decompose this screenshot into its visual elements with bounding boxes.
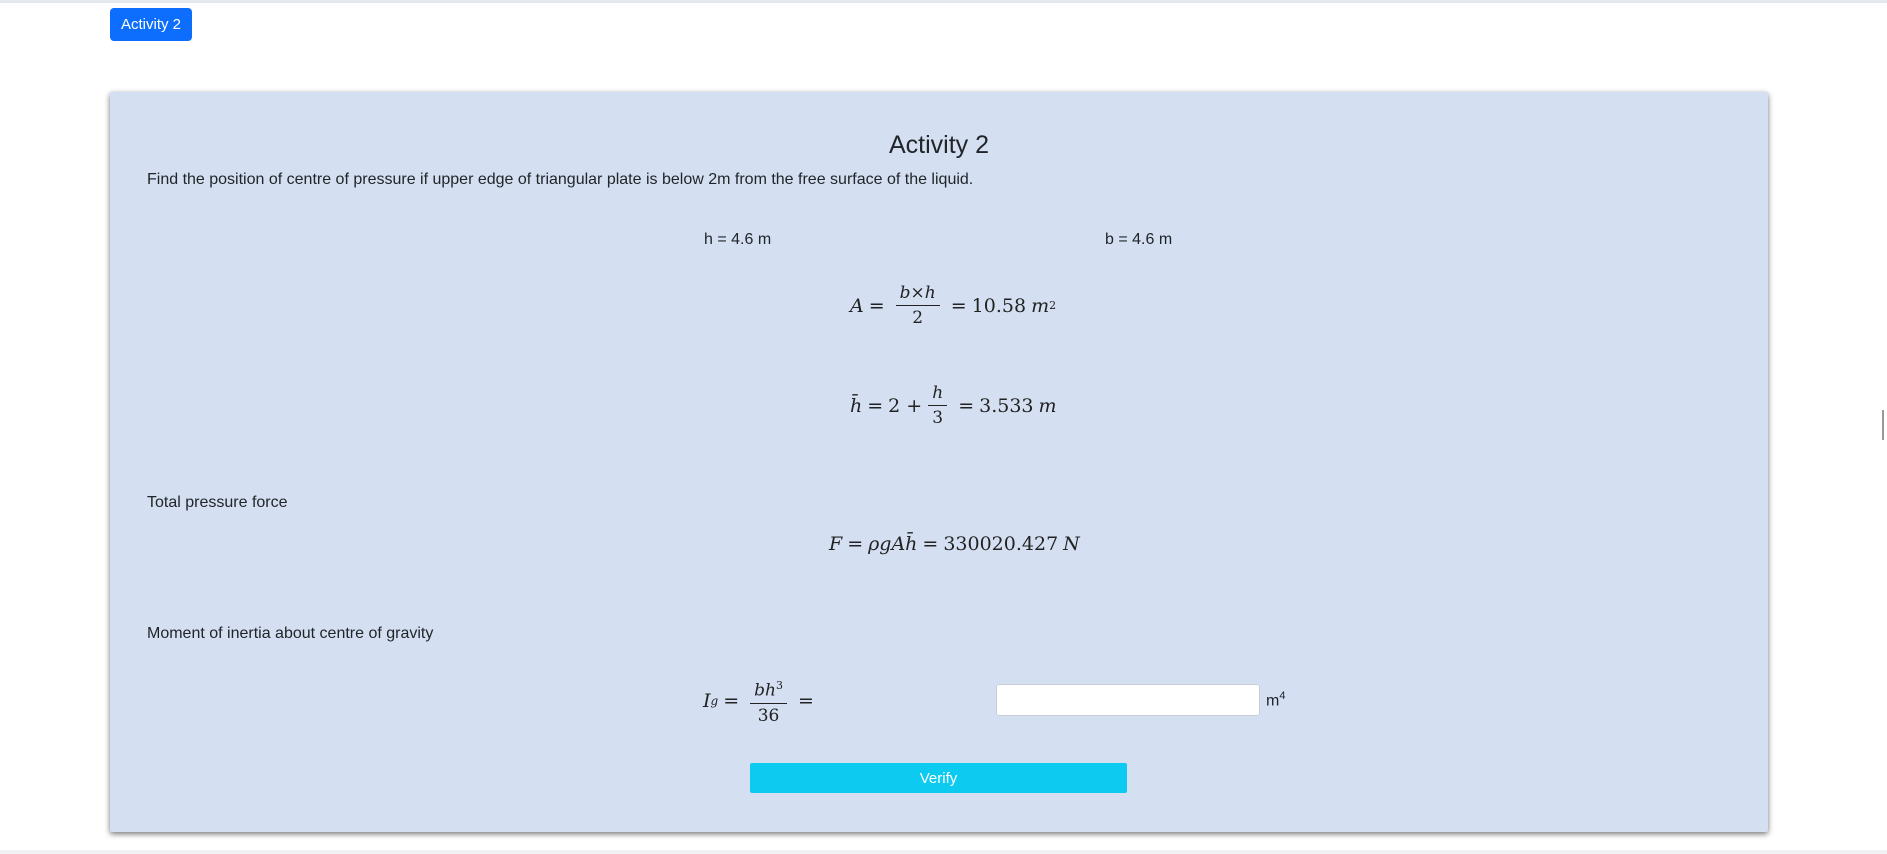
force-expr: ρgAh̄ [868, 533, 918, 555]
hbar-numerator: h [928, 383, 948, 406]
force-unit: N [1063, 533, 1080, 555]
area-result: 10.58 [971, 294, 1027, 317]
area-lhs: A [850, 294, 864, 317]
area-denominator: 2 [912, 308, 924, 328]
force-result: 330020.427 [943, 533, 1059, 555]
force-equation: F = ρgAh̄ = 330020.427 N [829, 533, 1080, 555]
force-lhs: F [829, 533, 843, 555]
equals-sign: = [797, 689, 814, 712]
hbar-fraction: h 3 [928, 383, 948, 428]
answer-unit-base: m [1266, 692, 1280, 710]
inertia-answer-input[interactable] [996, 684, 1260, 716]
equals-sign: = [958, 394, 975, 417]
activity-card: Activity 2 Find the position of centre o… [110, 92, 1768, 832]
inertia-lhs: I [703, 689, 711, 712]
equals-sign: = [867, 394, 884, 417]
equals-sign: = [868, 294, 885, 317]
inertia-numerator-wrap: bh3 [750, 676, 787, 704]
area-fraction: b×h 2 [895, 283, 940, 328]
area-numerator: b×h [895, 283, 940, 306]
bottom-divider [0, 850, 1887, 854]
given-b: b = 4.6 m [1105, 231, 1173, 248]
area-equation: A = b×h 2 = 10.58 m2 [850, 283, 1056, 328]
equals-sign: = [847, 533, 864, 555]
answer-unit-exp: 4 [1279, 690, 1286, 702]
force-section-label: Total pressure force [147, 494, 288, 511]
inertia-fraction: bh3 36 [750, 676, 787, 726]
equals-sign: = [922, 533, 939, 555]
inertia-equation: Ig = bh3 36 = [703, 676, 819, 726]
area-unit: m [1031, 294, 1050, 317]
equals-sign: = [950, 294, 967, 317]
inertia-numerator-exp: 3 [775, 679, 783, 692]
equals-sign: = [723, 689, 740, 712]
hbar-denominator: 3 [932, 408, 944, 428]
answer-unit: m4 [1266, 690, 1285, 710]
inertia-section-label: Moment of inertia about centre of gravit… [147, 625, 434, 642]
activity-tab-button[interactable]: Activity 2 [110, 8, 193, 41]
problem-statement: Find the position of centre of pressure … [147, 171, 974, 188]
hbar-unit: m [1038, 394, 1057, 417]
verify-button[interactable]: Verify [750, 763, 1127, 793]
inertia-denominator: 36 [757, 705, 780, 726]
activity-title: Activity 2 [888, 131, 990, 159]
given-h: h = 4.6 m [704, 231, 772, 248]
hbar-result: 3.533 [979, 394, 1034, 417]
hbar-lhs: h̄ [850, 394, 863, 417]
inertia-numerator: bh [754, 680, 776, 701]
inertia-lhs-sub: g [710, 693, 719, 708]
hbar-equation: h̄ = 2 + h 3 = 3.533 m [850, 383, 1057, 428]
hbar-prefix: 2 + [888, 394, 923, 417]
area-unit-exp: 2 [1049, 299, 1057, 312]
top-divider [0, 0, 1887, 3]
scrollbar-edge [1882, 410, 1884, 440]
